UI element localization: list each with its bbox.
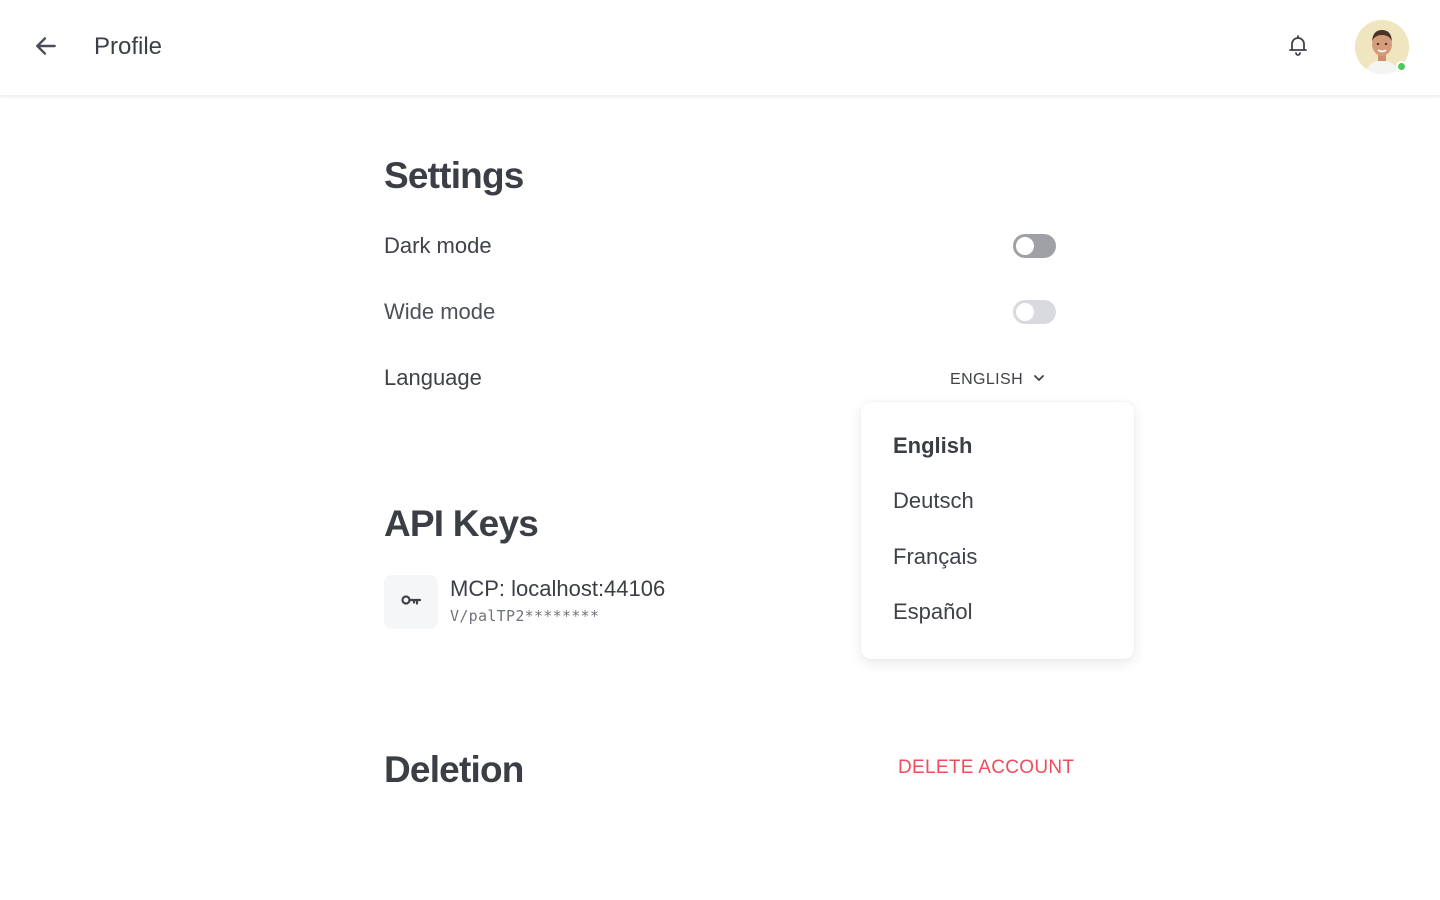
chevron-down-icon <box>1033 371 1045 389</box>
deletion-heading: Deletion <box>384 749 524 790</box>
language-selected-value: ENGLISH <box>950 371 1024 388</box>
toggle-knob <box>1016 303 1034 321</box>
dark-mode-label: Dark mode <box>384 233 492 258</box>
page-title: Profile <box>94 33 163 60</box>
language-option-deutsch[interactable]: Deutsch <box>893 488 974 514</box>
wide-mode-label: Wide mode <box>384 299 496 324</box>
toggle-knob <box>1016 237 1034 255</box>
settings-heading: Settings <box>384 155 524 196</box>
language-option-english[interactable]: English <box>893 433 972 459</box>
api-key-icon-box <box>384 575 438 629</box>
online-status-dot <box>1396 61 1407 72</box>
language-select[interactable]: ENGLISH <box>950 368 1045 392</box>
language-option-espanol[interactable]: Español <box>893 599 973 625</box>
language-dropdown-menu: English Deutsch Français Español <box>861 402 1134 659</box>
language-label: Language <box>384 365 482 390</box>
delete-account-button[interactable]: DELETE ACCOUNT <box>898 757 1074 779</box>
bell-icon <box>1286 33 1310 62</box>
notifications-button[interactable] <box>1282 31 1314 63</box>
back-button[interactable] <box>28 30 64 66</box>
key-icon <box>399 588 423 617</box>
api-key-masked-value: V/palTP2******** <box>450 607 600 625</box>
language-option-francais[interactable]: Français <box>893 544 977 570</box>
api-keys-heading: API Keys <box>384 503 539 544</box>
wide-mode-toggle[interactable] <box>1013 300 1056 324</box>
dark-mode-toggle[interactable] <box>1013 234 1056 258</box>
top-bar: Profile <box>0 0 1440 96</box>
api-key-name[interactable]: MCP: localhost:44106 <box>450 576 665 602</box>
arrow-left-icon <box>33 33 59 64</box>
